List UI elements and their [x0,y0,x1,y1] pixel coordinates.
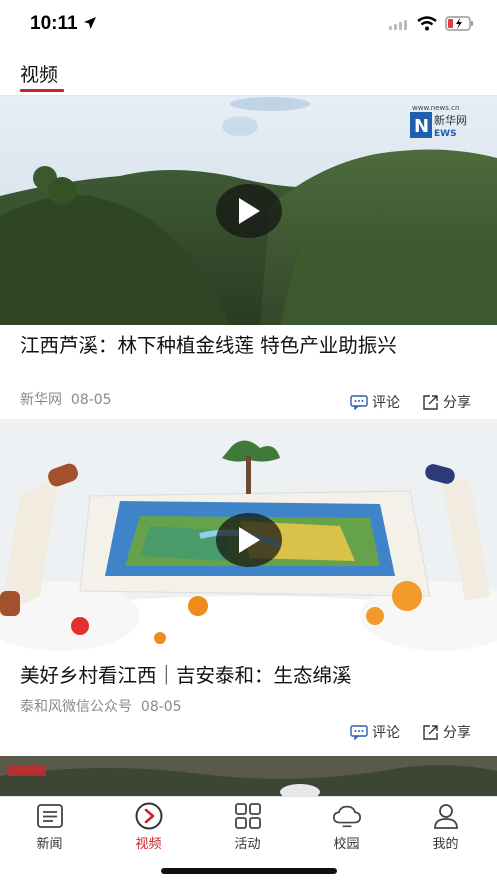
video-source: 新华网 [20,392,62,408]
status-bar: 10:11 [0,0,497,50]
play-button[interactable] [215,183,282,238]
card-actions: 评论 分享 [350,722,471,742]
svg-text:N: N [414,116,429,137]
tab-label: 校园 [333,837,360,852]
wifi-icon [417,16,437,31]
play-icon [238,197,260,224]
home-indicator [161,868,337,874]
share-button[interactable]: 分享 [422,722,471,742]
battery-charging-icon [445,16,473,31]
active-tab-underline [20,89,64,92]
tab-label: 新闻 [36,837,63,852]
news-icon [36,804,63,828]
video-thumbnail[interactable] [0,756,497,796]
card-actions: 评论 分享 [350,392,471,412]
share-label: 分享 [443,725,471,741]
comment-icon [350,394,368,410]
tab-me[interactable]: 我的 [396,797,495,857]
status-time: 10:11 [30,13,97,35]
bottom-tab-bar: 新闻 视频 活动 校园 我的 [0,796,497,883]
user-icon [433,804,458,829]
comment-button[interactable]: 评论 [350,392,400,412]
location-arrow-icon [83,17,96,29]
video-card[interactable]: 美好乡村看江西｜吉安泰和：生态绵溪 泰和风微信公众号 08-05 评论 分享 [0,426,497,756]
share-label: 分享 [443,395,471,411]
cloud-icon [332,805,361,828]
video-source: 泰和风微信公众号 [20,699,132,715]
video-card[interactable]: www.news.cn N 新华网 EWS 江西芦溪：林下种植金线莲 特色产业助… [0,96,497,419]
video-title[interactable]: 江西芦溪：林下种植金线莲 特色产业助振兴 [20,333,477,358]
video-meta: 泰和风微信公众号 08-05 [20,696,182,716]
play-icon [238,527,260,553]
video-title[interactable]: 美好乡村看江西｜吉安泰和：生态绵溪 [20,663,477,688]
comment-label: 评论 [372,725,400,741]
watermark-url: www.news.cn [412,104,459,112]
watermark-text: 新华网 [434,113,467,127]
video-icon [135,802,162,830]
tab-video[interactable]: 视频 [20,60,58,87]
tab-label: 我的 [432,837,459,852]
video-thumbnail[interactable] [0,426,497,654]
status-indicators [389,16,475,31]
tab-label: 活动 [234,837,261,852]
signal-icon [389,19,407,30]
video-date: 08-05 [140,699,182,715]
video-card[interactable] [0,756,497,796]
tab-label: 视频 [135,837,162,852]
tab-campus[interactable]: 校园 [297,797,396,857]
comment-icon [350,724,368,740]
tab-video[interactable]: 视频 [99,797,198,857]
tab-news[interactable]: 新闻 [0,797,99,857]
svg-text:EWS: EWS [434,129,457,139]
comment-label: 评论 [372,395,400,411]
header: 视频 [0,50,497,96]
grid-icon [234,803,261,829]
share-icon [423,725,438,740]
share-button[interactable]: 分享 [422,392,471,412]
video-feed[interactable]: www.news.cn N 新华网 EWS 江西芦溪：林下种植金线莲 特色产业助… [0,96,497,796]
video-date: 08-05 [70,392,112,408]
channel-logo [8,766,46,776]
play-button[interactable] [215,513,282,567]
video-thumbnail[interactable]: www.news.cn N 新华网 EWS [0,96,497,325]
share-icon [423,395,438,410]
tab-activity[interactable]: 活动 [198,797,297,857]
video-meta: 新华网 08-05 [20,389,112,409]
comment-button[interactable]: 评论 [350,722,400,742]
